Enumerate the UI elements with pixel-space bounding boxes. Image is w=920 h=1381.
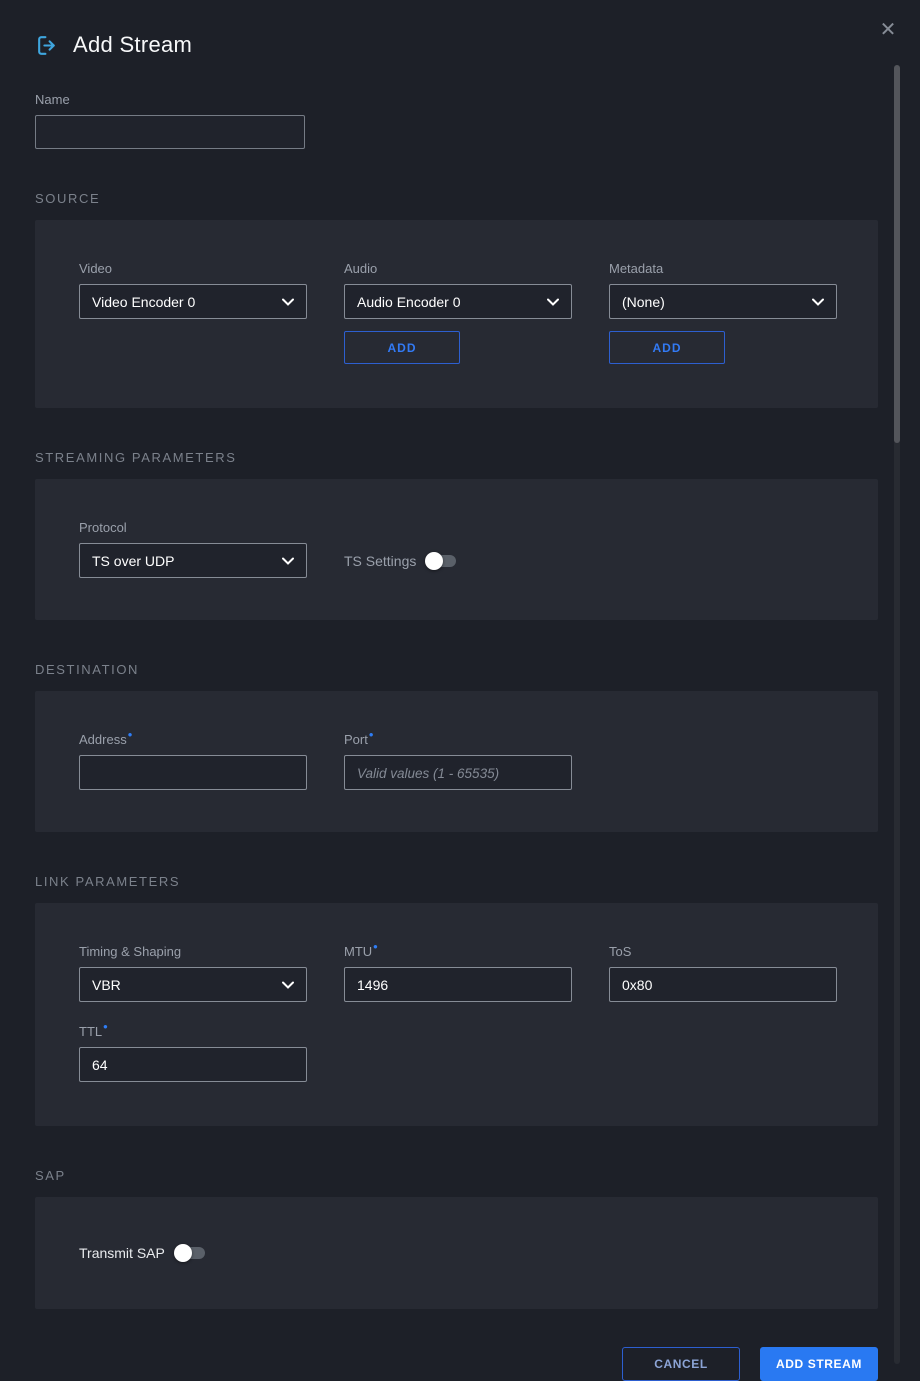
video-field: Video Video Encoder 0 [79,261,307,364]
port-input[interactable] [344,755,572,790]
add-stream-dialog: Add Stream ✕ Name SOURCE Video Video Enc… [0,0,920,1381]
transmit-sap-toggle[interactable] [176,1247,205,1259]
name-label: Name [35,92,878,107]
metadata-field: Metadata (None) ADD [609,261,837,364]
mtu-field: MTU• [344,944,572,1002]
protocol-field: Protocol TS over UDP [79,520,307,578]
port-label: Port• [344,732,572,747]
required-marker: • [128,727,133,742]
scrollbar-thumb[interactable] [894,65,900,443]
ttl-input[interactable] [79,1047,307,1082]
add-stream-button[interactable]: ADD STREAM [760,1347,878,1381]
ts-settings-toggle[interactable] [427,555,456,567]
sap-section-header: SAP [35,1168,878,1183]
required-marker: • [373,939,378,954]
protocol-select[interactable]: TS over UDP [79,543,307,578]
timing-shaping-select[interactable]: VBR [79,967,307,1002]
required-marker: • [369,727,374,742]
metadata-select-value: (None) [622,294,812,310]
protocol-select-value: TS over UDP [92,553,282,569]
destination-panel: Address• Port• [35,691,878,832]
timing-shaping-field: Timing & Shaping VBR [79,944,307,1002]
ts-settings-label: TS Settings [344,553,416,569]
address-label: Address• [79,732,307,747]
chevron-down-icon [282,557,294,565]
chevron-down-icon [547,298,559,306]
chevron-down-icon [812,298,824,306]
dialog-footer: CANCEL ADD STREAM [35,1347,878,1381]
close-icon[interactable]: ✕ [874,16,902,44]
streaming-panel: Protocol TS over UDP TS Settings [35,479,878,620]
ttl-field: TTL• [79,1024,307,1082]
page-title: Add Stream [73,32,192,58]
timing-shaping-select-value: VBR [92,977,282,993]
ttl-label: TTL• [79,1024,307,1039]
ts-settings-field: TS Settings [344,543,572,578]
transmit-sap-label: Transmit SAP [79,1245,165,1261]
link-parameters-section-header: LINK PARAMETERS [35,874,878,889]
name-field-group: Name [35,92,878,149]
mtu-input[interactable] [344,967,572,1002]
video-select-value: Video Encoder 0 [92,294,282,310]
tos-input[interactable] [609,967,837,1002]
tos-label: ToS [609,944,837,959]
audio-select-value: Audio Encoder 0 [357,294,547,310]
source-panel: Video Video Encoder 0 Audio Audio Encode… [35,220,878,408]
name-input[interactable] [35,115,305,149]
add-stream-icon [35,33,60,58]
audio-select[interactable]: Audio Encoder 0 [344,284,572,319]
toggle-knob [174,1244,192,1262]
video-select[interactable]: Video Encoder 0 [79,284,307,319]
mtu-label: MTU• [344,944,572,959]
chevron-down-icon [282,298,294,306]
dialog-header: Add Stream [35,0,878,58]
audio-field: Audio Audio Encoder 0 ADD [344,261,572,364]
port-field: Port• [344,732,572,790]
required-marker: • [103,1019,108,1034]
sap-panel: Transmit SAP [35,1197,878,1309]
link-parameters-panel: Timing & Shaping VBR MTU• ToS TTL• [35,903,878,1126]
vertical-scrollbar[interactable] [894,65,900,1364]
chevron-down-icon [282,981,294,989]
destination-section-header: DESTINATION [35,662,878,677]
add-audio-button[interactable]: ADD [344,331,460,364]
source-section-header: SOURCE [35,191,878,206]
protocol-label: Protocol [79,520,307,535]
timing-shaping-label: Timing & Shaping [79,944,307,959]
address-input[interactable] [79,755,307,790]
tos-field: ToS [609,944,837,1002]
metadata-label: Metadata [609,261,837,276]
transmit-sap-field: Transmit SAP [79,1245,205,1261]
address-field: Address• [79,732,307,790]
toggle-knob [425,552,443,570]
audio-label: Audio [344,261,572,276]
video-label: Video [79,261,307,276]
cancel-button[interactable]: CANCEL [622,1347,740,1381]
streaming-section-header: STREAMING PARAMETERS [35,450,878,465]
metadata-select[interactable]: (None) [609,284,837,319]
add-metadata-button[interactable]: ADD [609,331,725,364]
